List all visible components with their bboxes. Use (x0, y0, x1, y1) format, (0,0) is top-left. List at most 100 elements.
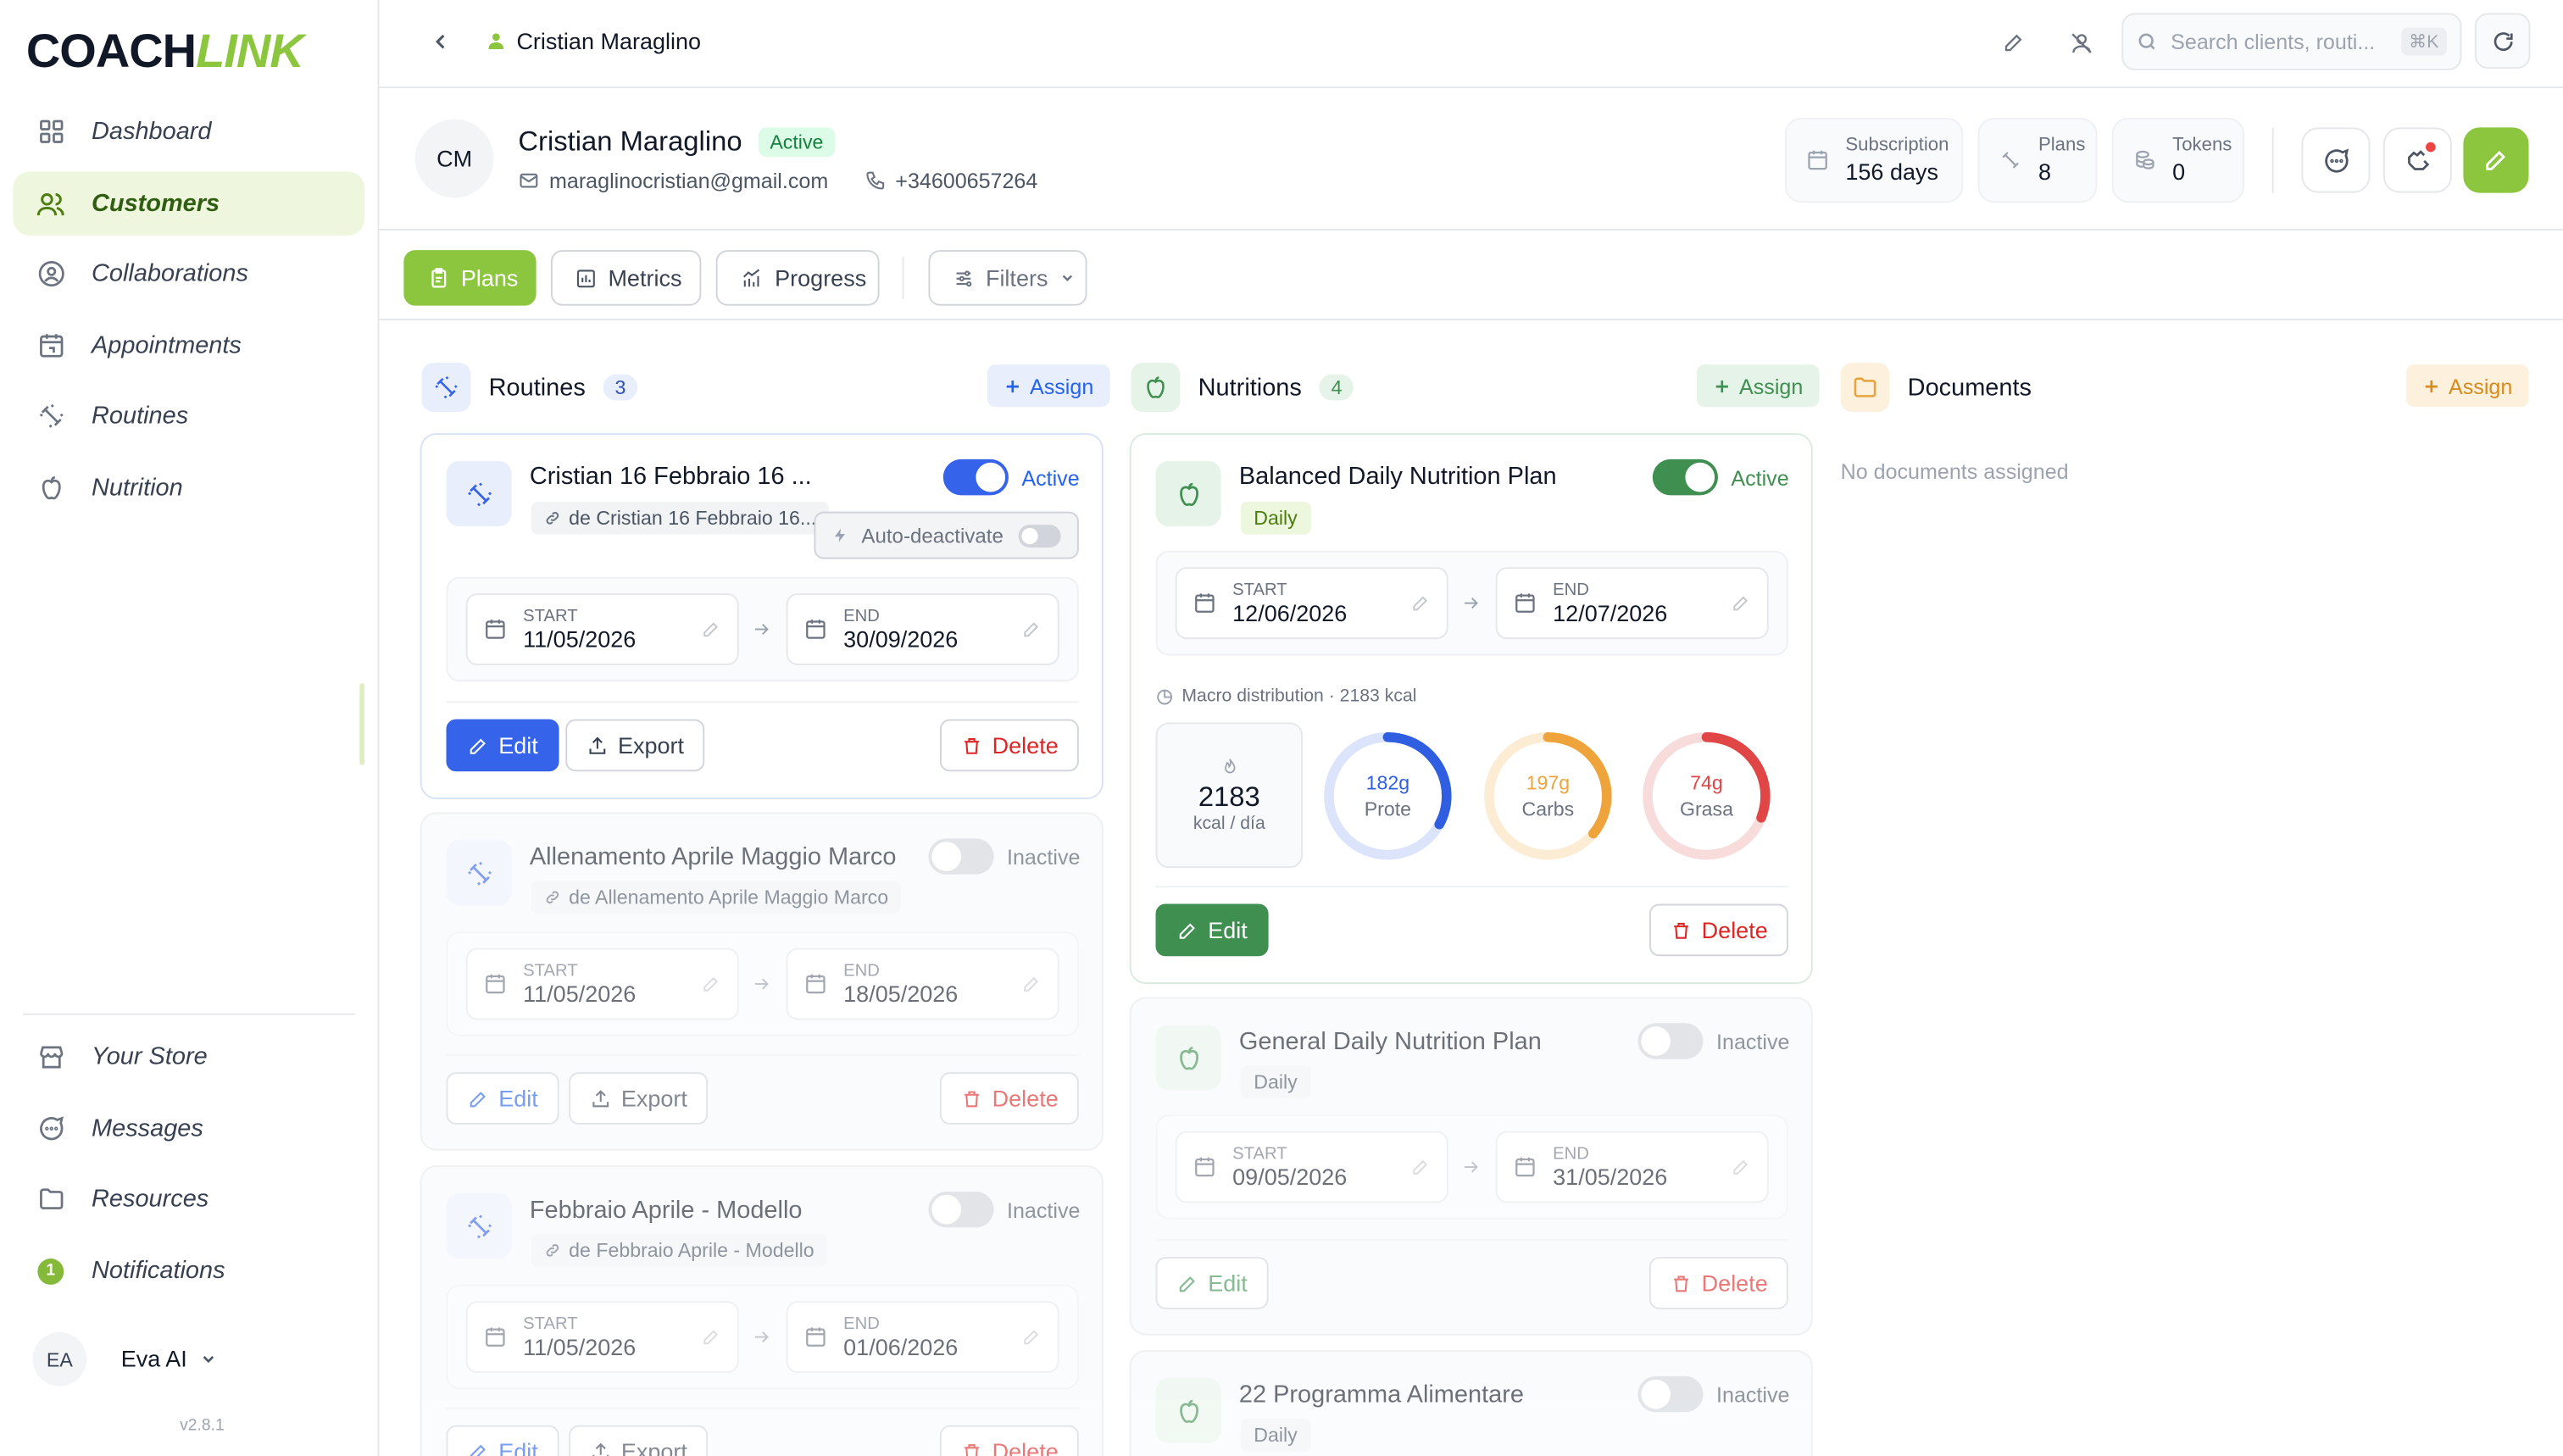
routine-active-toggle[interactable] (942, 458, 1009, 496)
assign-routine-button[interactable]: Assign (987, 364, 1110, 408)
sidebar-item-dashboard[interactable]: Dashboard (13, 100, 364, 164)
macro-distribution-title: Macro distribution · 2183 kcal (1156, 686, 1416, 706)
auto-deactivate-label: Auto-deactivate (861, 524, 1004, 547)
edit-profile-button[interactable] (2463, 127, 2529, 193)
start-date-field[interactable]: START 11/05/2026 (465, 948, 739, 1020)
start-date-field[interactable]: START 11/05/2026 (465, 593, 739, 665)
source-text: de Cristian 16 Febbraio 16... (569, 506, 817, 530)
dumbbell-icon (1999, 149, 2022, 172)
delete-nutrition-button[interactable]: Delete (1648, 903, 1789, 957)
assign-nutrition-button[interactable]: Assign (1696, 364, 1820, 408)
date-value: 09/05/2026 (1232, 1163, 1348, 1190)
button-label: Edit (498, 732, 538, 759)
nutrition-active-toggle[interactable] (1652, 458, 1718, 496)
user-avatar[interactable]: EA (32, 1331, 87, 1387)
pencil-icon (1410, 593, 1430, 613)
auto-deactivate-toggle[interactable] (1018, 524, 1061, 547)
end-date-field[interactable]: END 30/09/2026 (786, 593, 1059, 665)
macro-ring-fat: 74g Grasa (1639, 729, 1773, 863)
nutrition-title[interactable]: Balanced Daily Nutrition Plan (1239, 463, 1557, 491)
sidebar-scrollbar[interactable] (359, 683, 365, 765)
delete-routine-button[interactable]: Delete (939, 1425, 1080, 1456)
nutrition-state: Inactive (1716, 1382, 1790, 1408)
disable-client-button[interactable] (2065, 26, 2098, 59)
nutrition-title[interactable]: 22 Programma Alimentare (1239, 1381, 1524, 1409)
user-name: Eva AI (120, 1345, 187, 1372)
sidebar-item-your-store[interactable]: Your Store (13, 1025, 364, 1088)
stat-label: Tokens (2172, 136, 2232, 156)
nutritions-title: Nutritions (1198, 373, 1302, 402)
date-value: 18/05/2026 (843, 980, 959, 1007)
delete-routine-button[interactable]: Delete (939, 1072, 1080, 1125)
global-search[interactable]: Search clients, routi... ⌘K (2121, 13, 2462, 70)
routine-active-toggle[interactable] (928, 838, 994, 875)
filters-button[interactable]: Filters (928, 250, 1087, 306)
edit-routine-button[interactable]: Edit (446, 719, 559, 772)
client-phone[interactable]: +34600657264 (895, 169, 1037, 193)
edit-icon (1177, 1272, 1198, 1293)
notify-client-button[interactable] (2382, 127, 2452, 193)
calendar-icon (1806, 149, 1829, 172)
routine-active-toggle[interactable] (928, 1191, 994, 1228)
sidebar-item-appointments[interactable]: Appointments (13, 314, 364, 377)
routine-title[interactable]: Febbraio Aprile - Modello (530, 1197, 803, 1225)
date-value: 12/07/2026 (1553, 598, 1668, 625)
start-date-field[interactable]: START 09/05/2026 (1175, 1131, 1448, 1203)
sidebar-item-customers[interactable]: Customers (13, 171, 365, 236)
end-date-field[interactable]: END 31/05/2026 (1495, 1131, 1769, 1203)
routine-state: Active (1021, 465, 1080, 491)
breadcrumb-client-name: Cristian Maraglino (516, 27, 702, 54)
app-logo[interactable]: COACHLINK (26, 23, 304, 81)
date-label: START (1232, 579, 1287, 599)
nutrition-state: Inactive (1716, 1030, 1790, 1054)
delete-routine-button[interactable]: Delete (939, 719, 1080, 772)
export-routine-button[interactable]: Export (565, 719, 706, 772)
start-date-field[interactable]: START 12/06/2026 (1175, 567, 1448, 640)
assign-label: Assign (2449, 373, 2513, 398)
sidebar-item-routines[interactable]: Routines (13, 384, 364, 447)
edit-nutrition-button[interactable]: Edit (1155, 903, 1269, 957)
date-label: START (1232, 1143, 1287, 1164)
auto-deactivate-control[interactable]: Auto-deactivate (814, 511, 1079, 559)
tab-plans[interactable]: Plans (403, 250, 537, 306)
routine-title[interactable]: Cristian 16 Febbraio 16 ... (530, 463, 812, 491)
assign-document-button[interactable]: Assign (2405, 364, 2529, 408)
sidebar-item-notifications[interactable]: 1 Notifications (13, 1239, 364, 1303)
end-date-field[interactable]: END 01/06/2026 (786, 1301, 1059, 1374)
message-icon (36, 1114, 65, 1143)
tab-progress[interactable]: Progress (715, 250, 880, 306)
sidebar-item-messages[interactable]: Messages (13, 1097, 364, 1160)
calendar-icon (36, 331, 65, 361)
sidebar-item-resources[interactable]: Resources (13, 1167, 364, 1231)
edit-routine-button[interactable]: Edit (446, 1072, 559, 1125)
clipboard-icon (428, 266, 449, 289)
nutrition-active-toggle[interactable] (1637, 1023, 1704, 1059)
user-menu[interactable]: Eva AI (121, 1345, 219, 1371)
back-button[interactable] (424, 25, 457, 58)
nutrition-active-toggle[interactable] (1637, 1375, 1704, 1413)
end-date-field[interactable]: END 18/05/2026 (786, 948, 1059, 1020)
export-routine-button[interactable]: Export (569, 1425, 709, 1456)
client-email[interactable]: maraglinocristian@gmail.com (549, 169, 828, 193)
edit-nutrition-button[interactable]: Edit (1155, 1257, 1269, 1309)
tab-metrics[interactable]: Metrics (550, 250, 702, 306)
search-input[interactable]: Search clients, routi... (2171, 30, 2375, 54)
app-version: v2.8.1 (180, 1417, 225, 1436)
refresh-button[interactable] (2474, 13, 2531, 69)
documents-empty-state: No documents assigned (1840, 458, 2069, 484)
macro-ring-protein: 182g Prote (1320, 729, 1454, 863)
edit-routine-button[interactable]: Edit (446, 1425, 559, 1456)
sidebar-item-collaborations[interactable]: Collaborations (13, 242, 364, 305)
start-date-field[interactable]: START 11/05/2026 (465, 1301, 739, 1374)
delete-nutrition-button[interactable]: Delete (1648, 1257, 1789, 1309)
routine-title[interactable]: Allenamento Aprile Maggio Marco (530, 843, 897, 871)
grid-icon (36, 117, 65, 147)
end-date-field[interactable]: END 12/07/2026 (1495, 567, 1769, 640)
nutrition-title[interactable]: General Daily Nutrition Plan (1239, 1028, 1542, 1056)
edit-client-button[interactable] (1998, 26, 2031, 59)
dumbbell-icon (446, 1192, 512, 1259)
arrow-right-icon (752, 620, 771, 639)
sidebar-item-nutrition[interactable]: Nutrition (13, 456, 364, 520)
chat-button[interactable] (2301, 127, 2371, 193)
export-routine-button[interactable]: Export (569, 1072, 709, 1125)
